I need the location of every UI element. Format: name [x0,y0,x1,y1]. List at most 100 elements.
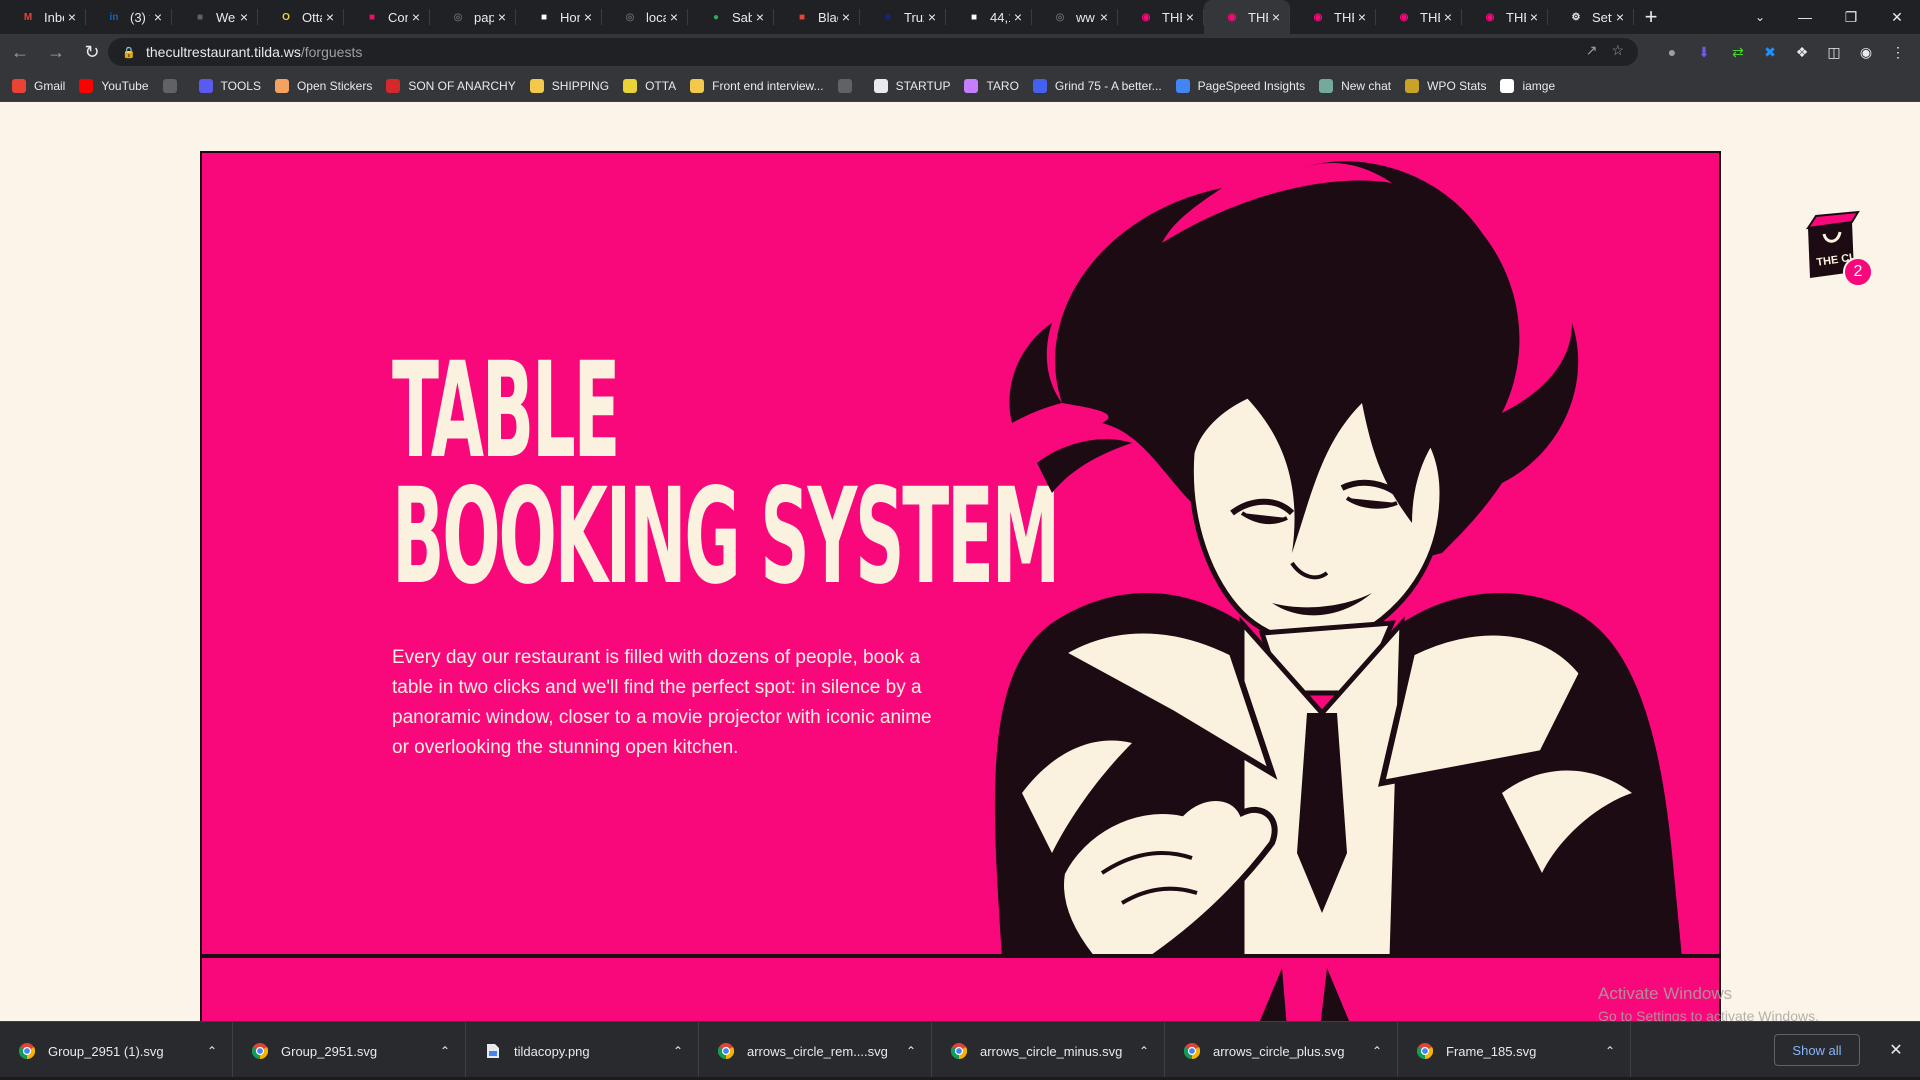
site-icon: ■ [540,11,548,23]
tab-close-icon[interactable]: × [1354,9,1370,25]
tab-close-icon[interactable]: × [236,9,252,25]
restore-icon[interactable]: ❐ [1828,0,1874,34]
cult-icon: ◉ [1227,11,1237,23]
bookmark-item[interactable]: TOOLS [198,78,261,93]
chevron-up-icon[interactable]: ⌃ [658,1044,698,1058]
puzzle-extensions-icon[interactable]: ❖ [1790,40,1814,64]
bookmark-item[interactable]: New chat [1319,78,1391,93]
bookmark-item[interactable]: iamge [1500,78,1555,93]
browser-tab[interactable]: ■ Hon× [516,0,602,34]
tab-close-icon[interactable]: × [838,9,854,25]
x-extension-icon[interactable]: ✖ [1758,40,1782,64]
browser-tab[interactable]: ⚙ Setti× [1548,0,1634,34]
tab-close-icon[interactable]: × [1612,9,1628,25]
download-item[interactable]: tildacopy.png ⌃ [466,1021,699,1080]
tab-close-icon[interactable]: × [580,9,596,25]
tab-close-icon[interactable]: × [494,9,510,25]
bookmark-item[interactable]: STARTUP [873,78,950,93]
bookmark-item[interactable]: Open Stickers [274,78,372,93]
browser-tab[interactable]: O Otta× [258,0,344,34]
bookmark-item[interactable] [162,78,185,93]
bookmark-item[interactable] [837,78,860,93]
cart-count-badge[interactable]: 2 [1843,257,1873,287]
bookmark-item[interactable]: WPO Stats [1405,78,1486,93]
chevron-up-icon[interactable]: ⌃ [1357,1044,1397,1058]
chevron-up-icon[interactable]: ⌃ [891,1044,931,1058]
chevron-up-icon[interactable]: ⌃ [425,1044,465,1058]
tab-close-icon[interactable]: × [150,9,166,25]
tab-search-chevron-icon[interactable]: ⌄ [1740,0,1780,34]
browser-tab[interactable]: ◉ THE× [1118,0,1204,34]
download-item[interactable]: Group_2951 (1).svg ⌃ [0,1021,233,1080]
tab-close-icon[interactable]: × [64,9,80,25]
bookmark-star-icon[interactable]: ☆ [1611,42,1624,59]
share-icon[interactable]: ↗ [1586,42,1598,59]
new-tab-plus-icon[interactable]: + [1634,0,1668,34]
browser-tab[interactable]: ◉ THE× [1290,0,1376,34]
browser-tab[interactable]: ◎ loca× [602,0,688,34]
side-panel-icon[interactable]: ◫ [1822,40,1846,64]
tab-close-icon[interactable]: × [1526,9,1542,25]
bookmark-item[interactable]: PageSpeed Insights [1175,78,1306,93]
bookmark-item[interactable]: YouTube [79,78,149,93]
tab-close-icon[interactable]: × [1440,9,1456,25]
browser-tab[interactable]: ◉ THE× [1462,0,1548,34]
browser-tab[interactable]: ■ Blac× [774,0,860,34]
extension-icon[interactable]: ● [1660,40,1684,64]
browser-tab[interactable]: ■ Truz× [860,0,946,34]
tab-close-icon[interactable]: × [924,9,940,25]
browser-tab[interactable]: M Inbo× [0,0,86,34]
browser-tab[interactable]: ■ Con× [344,0,430,34]
show-all-downloads-button[interactable]: Show all [1774,1034,1860,1066]
bookmark-item[interactable]: Front end interview... [690,78,824,93]
browser-tab[interactable]: ■ We × [172,0,258,34]
download-item[interactable]: arrows_circle_plus.svg ⌃ [1165,1021,1398,1080]
close-window-icon[interactable]: ✕ [1874,0,1920,34]
bookmark-item[interactable]: OTTA [623,78,676,93]
download-item[interactable]: arrows_circle_minus.svg ⌃ [932,1021,1165,1080]
browser-tab[interactable]: in (3) f× [86,0,172,34]
back-icon[interactable]: ← [4,36,36,68]
tab-close-icon[interactable]: × [1096,9,1112,25]
chevron-up-icon[interactable]: ⌃ [1124,1044,1164,1058]
download-item[interactable]: arrows_circle_rem....svg ⌃ [699,1021,932,1080]
tab-close-icon[interactable]: × [1182,9,1198,25]
chevron-up-icon[interactable]: ⌃ [1590,1044,1630,1058]
bookmark-label: SON OF ANARCHY [408,78,516,93]
bookmark-label: PageSpeed Insights [1197,78,1306,93]
url-text[interactable]: thecultrestaurant.tilda.ws/forguests [146,44,362,60]
list-icon [873,78,888,93]
forward-icon[interactable]: → [40,36,72,68]
download-item[interactable]: Group_2951.svg ⌃ [233,1021,466,1080]
download-extension-icon[interactable]: ⬇ [1692,40,1716,64]
browser-tab[interactable]: ◎ ww × [1032,0,1118,34]
profile-avatar-icon[interactable]: ◉ [1854,40,1878,64]
close-downloads-bar-icon[interactable]: ✕ [1884,1038,1908,1062]
download-item[interactable]: Frame_185.svg ⌃ [1398,1021,1631,1080]
reload-icon[interactable]: ↻ [76,36,108,68]
browser-tab[interactable]: ■ 44,1× [946,0,1032,34]
address-bar[interactable]: 🔒 thecultrestaurant.tilda.ws/forguests ↗… [108,38,1638,66]
tab-close-icon[interactable]: × [408,9,424,25]
tab-close-icon[interactable]: × [322,9,338,25]
chevron-up-icon[interactable]: ⌃ [192,1044,232,1058]
bookmark-item[interactable]: SON OF ANARCHY [386,78,516,93]
bookmark-item[interactable]: SHIPPING [529,78,609,93]
browser-tab[interactable]: ◉ THE× [1376,0,1462,34]
bookmark-item[interactable]: TARO [964,78,1019,93]
bookmark-item[interactable]: Gmail [12,78,65,93]
tab-close-icon[interactable]: × [1268,9,1284,25]
menu-kebab-icon[interactable]: ⋮ [1886,40,1910,64]
gift-icon [964,78,979,93]
sync-extension-icon[interactable]: ⇄ [1726,40,1750,64]
browser-tab[interactable]: ● Sab × [688,0,774,34]
browser-tab[interactable]: ◉ THE× [1204,0,1290,34]
chrome-file-icon [950,1042,968,1060]
minimize-icon[interactable]: — [1782,0,1828,34]
browser-tab[interactable]: ◎ pap × [430,0,516,34]
download-filename: tildacopy.png [514,1043,590,1059]
tab-close-icon[interactable]: × [752,9,768,25]
bookmark-item[interactable]: Grind 75 - A better... [1032,78,1162,93]
tab-close-icon[interactable]: × [666,9,682,25]
tab-close-icon[interactable]: × [1010,9,1026,25]
